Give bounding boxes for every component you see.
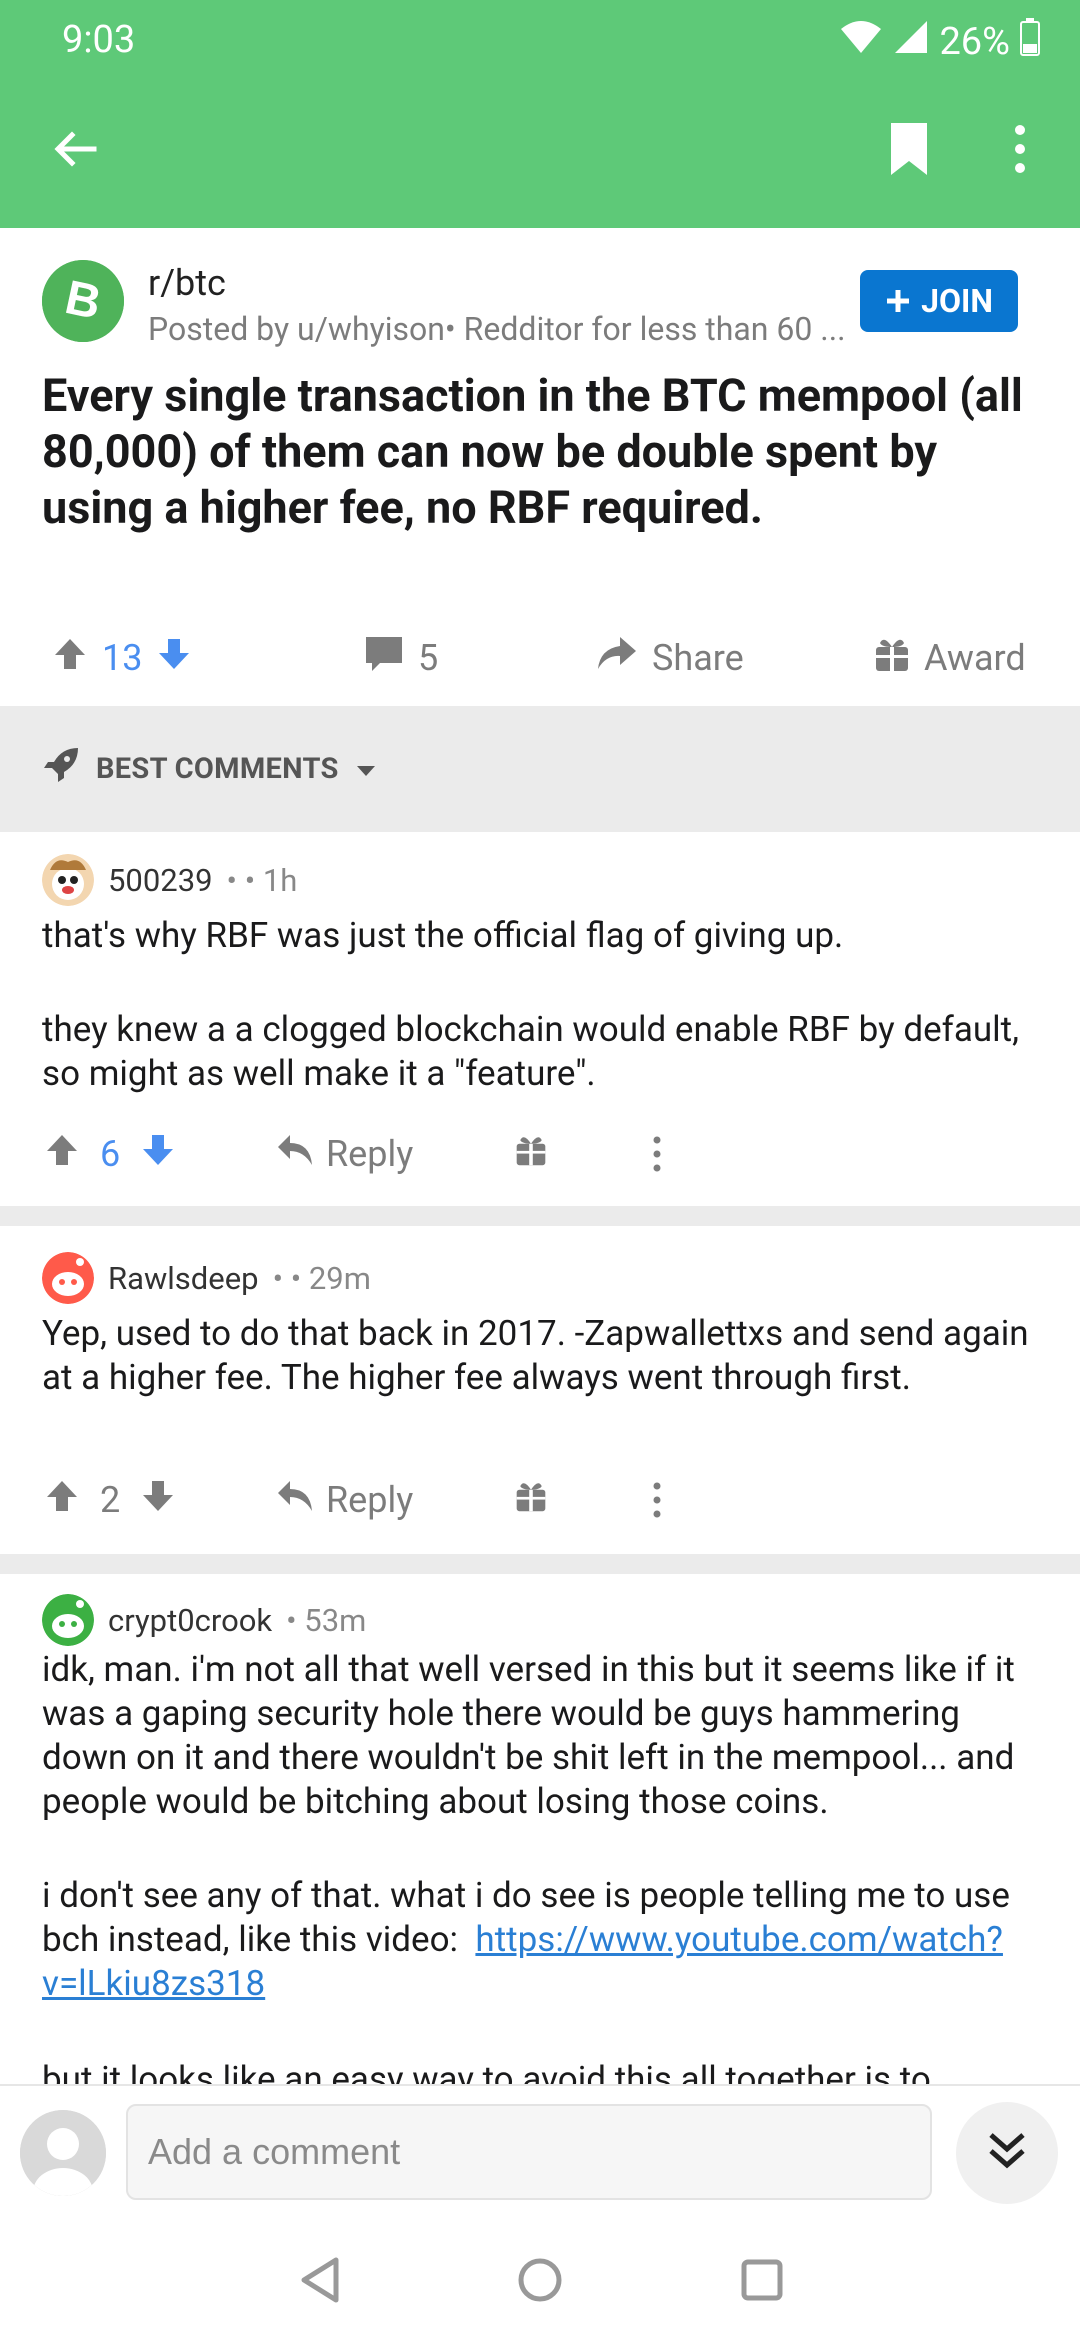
reply-button[interactable]: Reply	[276, 1114, 413, 1194]
comment-body: Yep, used to do that back in 2017. -Zapw…	[42, 1312, 1052, 1400]
battery-percent: 26%	[939, 20, 1010, 64]
comment-composer: Add a comment	[0, 2084, 1080, 2218]
comment-actions: 6 Reply	[0, 1114, 1080, 1194]
wifi-icon	[839, 19, 883, 65]
award-button[interactable]: Award	[874, 608, 1026, 708]
plus-icon	[887, 290, 910, 312]
downvote-icon[interactable]	[140, 1132, 176, 1177]
comment-author[interactable]: Rawlsdeep	[108, 1260, 259, 1297]
comment-text: that's why RBF was just the official fla…	[42, 915, 844, 956]
comments-count: 5	[418, 637, 439, 679]
reply-icon	[276, 1133, 314, 1176]
downvote-icon[interactable]	[140, 1478, 176, 1523]
double-chevron-down-icon	[985, 2129, 1029, 2177]
comment-header: Rawlsdeep • • 29m	[42, 1252, 371, 1304]
post-actions: 13 5 Share Award	[0, 608, 1080, 708]
share-label: Share	[652, 637, 744, 679]
comment-score: 6	[100, 1133, 121, 1175]
upvote-icon[interactable]	[44, 1478, 80, 1523]
subreddit-avatar[interactable]: B	[42, 260, 124, 342]
comment-text: they knew a a clogged blockchain would e…	[42, 1009, 1020, 1094]
battery-icon	[1020, 18, 1040, 66]
comment-text: idk, man. i'm not all that well versed i…	[42, 1649, 1015, 1822]
comment-divider	[0, 1554, 1080, 1574]
award-comment-button[interactable]	[514, 1460, 548, 1540]
comment: crypt0crook • 53m idk, man. i'm not all …	[0, 1574, 1080, 2084]
award-comment-button[interactable]	[514, 1114, 548, 1194]
avatar[interactable]	[42, 854, 94, 906]
comment-more-icon[interactable]	[652, 1460, 662, 1540]
comment-text-cutoff: but it looks like an easy way to avoid t…	[42, 2059, 931, 2084]
comment-time: • • 29m	[272, 1259, 371, 1297]
post-score: 13	[102, 637, 143, 679]
join-button[interactable]: JOIN	[860, 270, 1018, 332]
rocket-icon	[42, 746, 80, 792]
reply-button[interactable]: Reply	[276, 1460, 413, 1540]
toolbar	[0, 80, 1080, 228]
comment-text: Yep, used to do that back in 2017. -Zapw…	[42, 1313, 1029, 1398]
bookmark-icon[interactable]	[874, 114, 944, 184]
reply-label: Reply	[326, 1133, 414, 1175]
post-title[interactable]: Every single transaction in the BTC memp…	[42, 368, 1042, 536]
comment-divider	[0, 1206, 1080, 1226]
comment-text: i don't see any of that. what i do see i…	[42, 1874, 1052, 2006]
chevron-down-icon	[355, 752, 377, 786]
comment-time: • 53m	[286, 1601, 367, 1639]
comments-button[interactable]: 5	[364, 608, 438, 708]
home-circle-icon[interactable]	[510, 2250, 570, 2310]
comment: 500239 • • 1h that's why RBF was just th…	[0, 832, 1080, 1206]
status-icons: 26%	[839, 18, 1040, 66]
award-label: Award	[924, 637, 1026, 679]
comment-header: 500239 • • 1h	[42, 854, 297, 906]
comment: Rawlsdeep • • 29m Yep, used to do that b…	[0, 1226, 1080, 1554]
system-nav-bar	[0, 2218, 1080, 2340]
comment-vote-group: 6	[44, 1114, 176, 1194]
app-header: 9:03 26%	[0, 0, 1080, 228]
status-time: 9:03	[62, 18, 136, 62]
comment-header: crypt0crook • 53m	[42, 1594, 366, 1646]
comment-vote-group: 2	[44, 1460, 176, 1540]
gift-icon	[874, 635, 910, 682]
comment-body: idk, man. i'm not all that well versed i…	[42, 1648, 1052, 2006]
upvote-icon[interactable]	[44, 1132, 80, 1177]
share-icon	[596, 635, 638, 682]
user-avatar[interactable]	[20, 2110, 106, 2196]
comment-actions: 2 Reply	[0, 1460, 1080, 1540]
comment-icon	[364, 635, 404, 682]
post-author-line[interactable]: Posted by u/whyison• Redditor for less t…	[148, 310, 848, 348]
more-options-icon[interactable]	[990, 114, 1050, 184]
back-triangle-icon[interactable]	[290, 2250, 350, 2310]
comment-body: that's why RBF was just the official fla…	[42, 914, 1052, 1096]
reply-icon	[276, 1479, 314, 1522]
next-comment-button[interactable]	[956, 2102, 1058, 2204]
subreddit-name[interactable]: r/btc	[148, 262, 226, 304]
comment-more-icon[interactable]	[652, 1114, 662, 1194]
downvote-icon[interactable]	[156, 636, 192, 681]
comment-author[interactable]: crypt0crook	[108, 1602, 272, 1639]
avatar[interactable]	[42, 1594, 94, 1646]
comment-time: • • 1h	[226, 861, 298, 899]
gift-icon	[514, 1133, 548, 1176]
share-button[interactable]: Share	[596, 608, 744, 708]
post-vote-group: 13	[52, 608, 192, 708]
reply-label: Reply	[326, 1479, 414, 1521]
back-arrow-icon[interactable]	[40, 114, 110, 184]
signal-icon	[893, 19, 929, 65]
gift-icon	[514, 1479, 548, 1522]
status-bar: 9:03 26%	[0, 0, 1080, 80]
upvote-icon[interactable]	[52, 636, 88, 681]
recents-square-icon[interactable]	[732, 2250, 792, 2310]
comment-input[interactable]: Add a comment	[126, 2104, 932, 2200]
join-label: JOIN	[921, 282, 993, 320]
avatar[interactable]	[42, 1252, 94, 1304]
comment-sort[interactable]: BEST COMMENTS	[0, 706, 1080, 832]
comment-author[interactable]: 500239	[108, 862, 213, 899]
comment-score: 2	[100, 1479, 121, 1521]
sort-label: BEST COMMENTS	[96, 752, 339, 786]
